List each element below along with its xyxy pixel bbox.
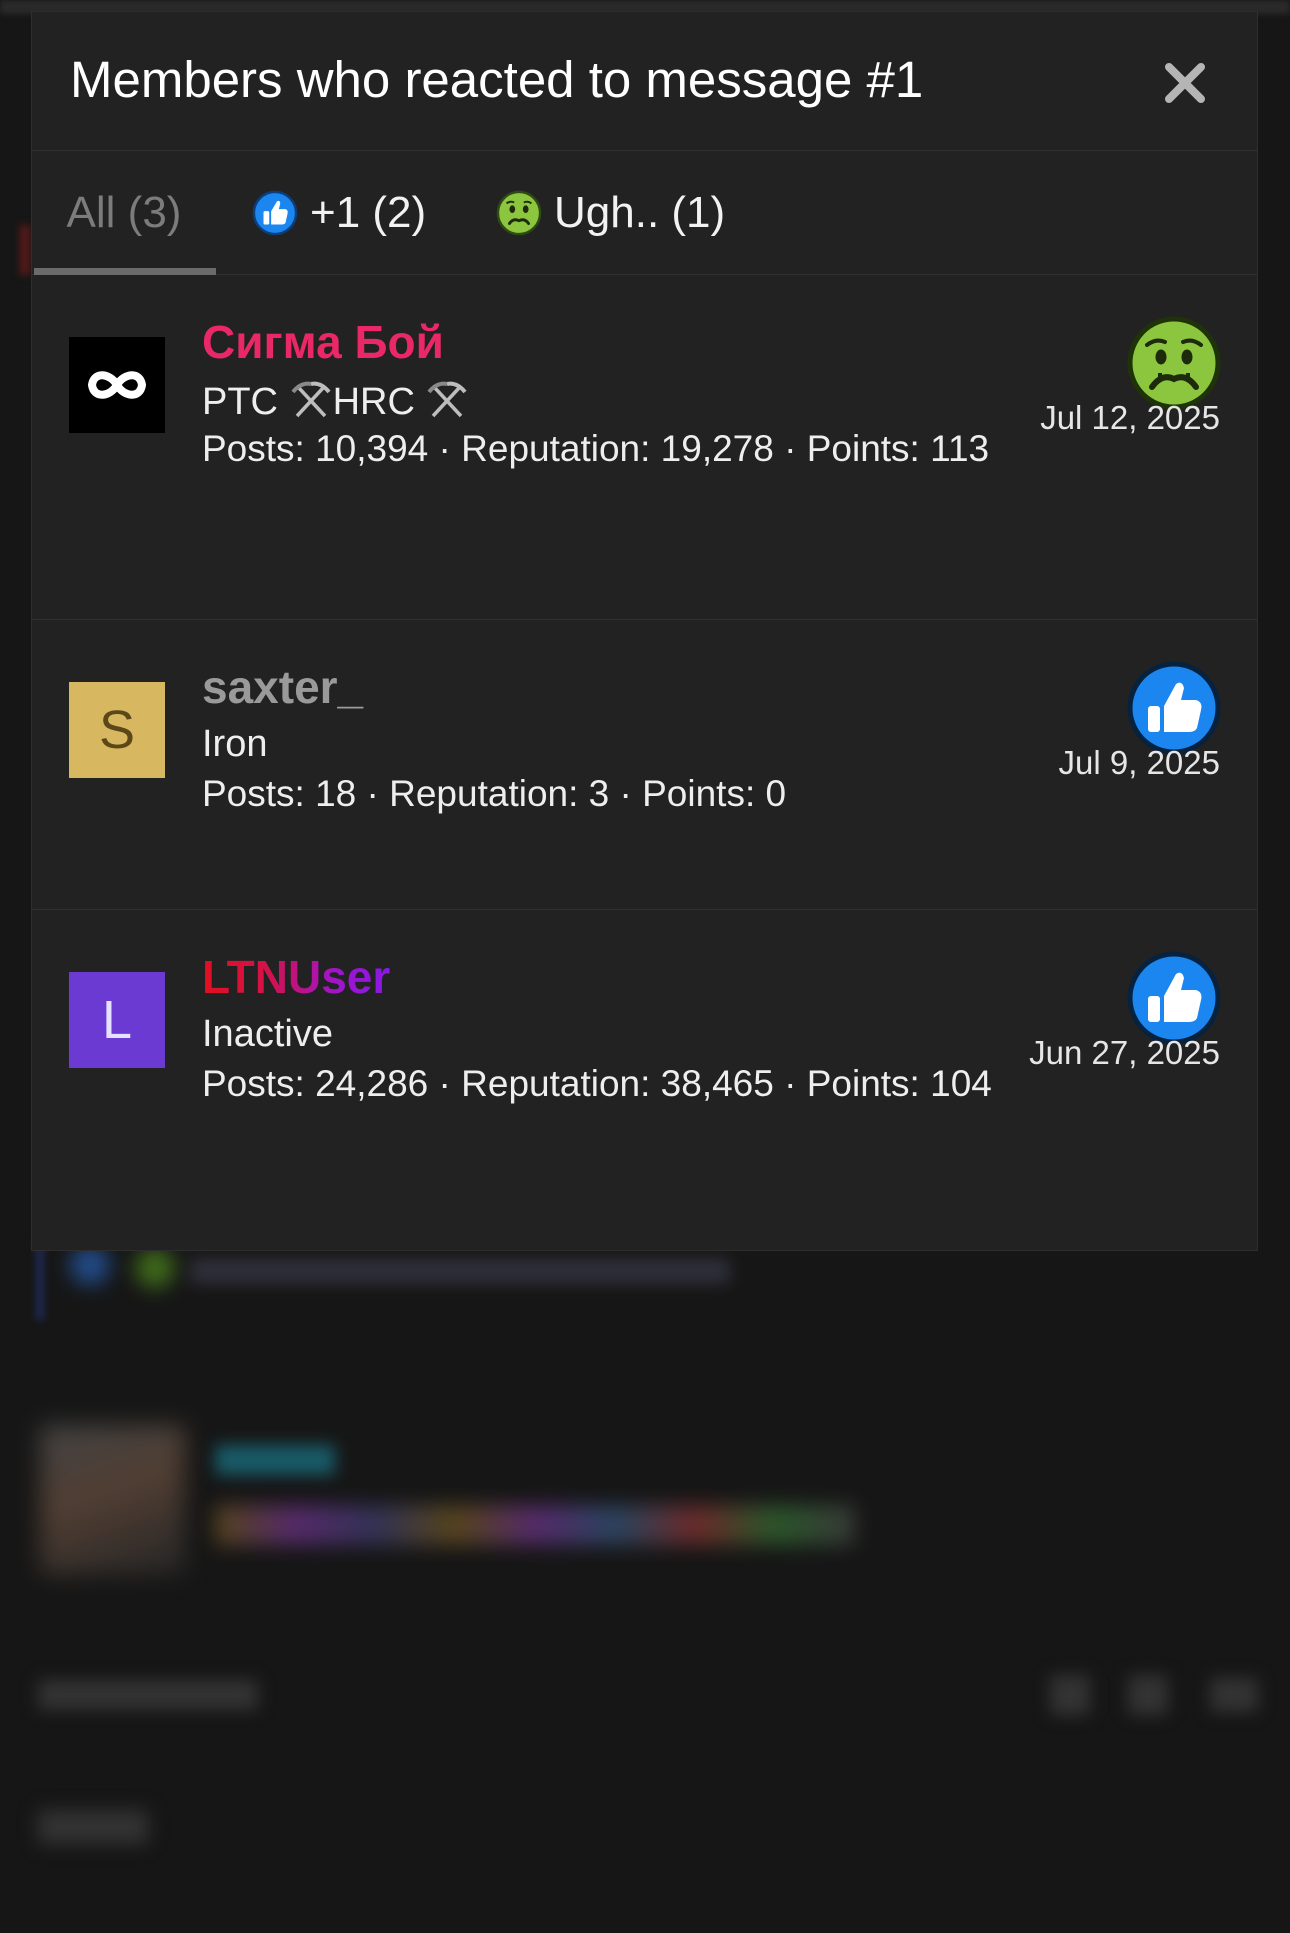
background-username-blur [215, 1445, 335, 1475]
background-date-blur [38, 1680, 258, 1710]
member-name[interactable]: saxter_ [202, 660, 363, 714]
member-title: Inactive [202, 1013, 333, 1055]
member-title: PTC HRC [202, 378, 469, 424]
tab-all-label: All (3) [66, 188, 182, 237]
reaction-tabs: All (3) +1 (2) Ugh.. (1) [32, 151, 1257, 275]
background-bookmark-icon-blur [1128, 1675, 1168, 1715]
avatar[interactable]: L [69, 972, 165, 1068]
member-stats: Posts: 18 · Reputation: 3 · Points: 0 [202, 773, 787, 814]
reaction-date: Jun 27, 2025 [1029, 1034, 1220, 1071]
tab-ugh[interactable]: Ugh.. (1) [496, 151, 725, 275]
infinity-logo-icon [87, 371, 147, 399]
active-tab-indicator [34, 268, 216, 275]
tab-plus-one[interactable]: +1 (2) [252, 151, 426, 275]
reaction-date: Jul 9, 2025 [1058, 744, 1220, 781]
member-title: Iron [202, 723, 268, 765]
background-reaction-blur [135, 1248, 175, 1288]
background-quote-bar [36, 1240, 44, 1320]
member-name[interactable]: LTNUser [202, 950, 390, 1004]
member-row: Сигма Бой PTC HRC Posts: 10,394 · Reputa… [32, 275, 1257, 620]
background-post-number-blur [1210, 1678, 1258, 1712]
member-stats: Posts: 24,286 · Reputation: 38,465 · Poi… [202, 1063, 992, 1104]
avatar[interactable] [69, 337, 165, 433]
background-accent-mark [20, 225, 30, 275]
reactions-modal: Members who reacted to message #1 All (3… [31, 11, 1258, 1251]
close-button[interactable] [1162, 60, 1208, 106]
modal-header: Members who reacted to message #1 [32, 12, 1257, 151]
background-reaction-text-blur [190, 1258, 730, 1284]
tab-ugh-label: Ugh.. (1) [554, 188, 726, 237]
member-title-part: HRC [332, 381, 415, 423]
nauseated-face-icon [496, 190, 542, 236]
background-share-icon-blur [1050, 1675, 1090, 1715]
member-name[interactable]: Сигма Бой [202, 315, 444, 369]
pickaxes-icon [427, 381, 468, 418]
modal-title: Members who reacted to message #1 [70, 51, 924, 108]
tab-plus-one-label: +1 (2) [310, 188, 427, 237]
tab-all[interactable]: All (3) [32, 151, 216, 275]
member-row: S saxter_ Iron Posts: 18 · Reputation: 3… [32, 620, 1257, 910]
nauseated-face-icon [1127, 316, 1221, 410]
background-badges-blur [215, 1505, 855, 1545]
pickaxes-icon [291, 381, 331, 418]
member-row: L LTNUser Inactive Posts: 24,286 · Reput… [32, 910, 1257, 1250]
close-icon [1165, 63, 1205, 103]
background-reaction-blur [70, 1245, 110, 1285]
thumbs-up-icon [252, 190, 298, 236]
member-title-part: PTC [202, 381, 278, 423]
avatar[interactable]: S [69, 682, 165, 778]
reaction-date: Jul 12, 2025 [1040, 399, 1220, 436]
background-avatar-blur [40, 1425, 185, 1575]
thumbs-up-icon [1127, 661, 1221, 755]
background-footer-text-blur [38, 1810, 148, 1844]
thumbs-up-icon [1127, 951, 1221, 1045]
member-stats: Posts: 10,394 · Reputation: 19,278 · Poi… [202, 428, 990, 469]
